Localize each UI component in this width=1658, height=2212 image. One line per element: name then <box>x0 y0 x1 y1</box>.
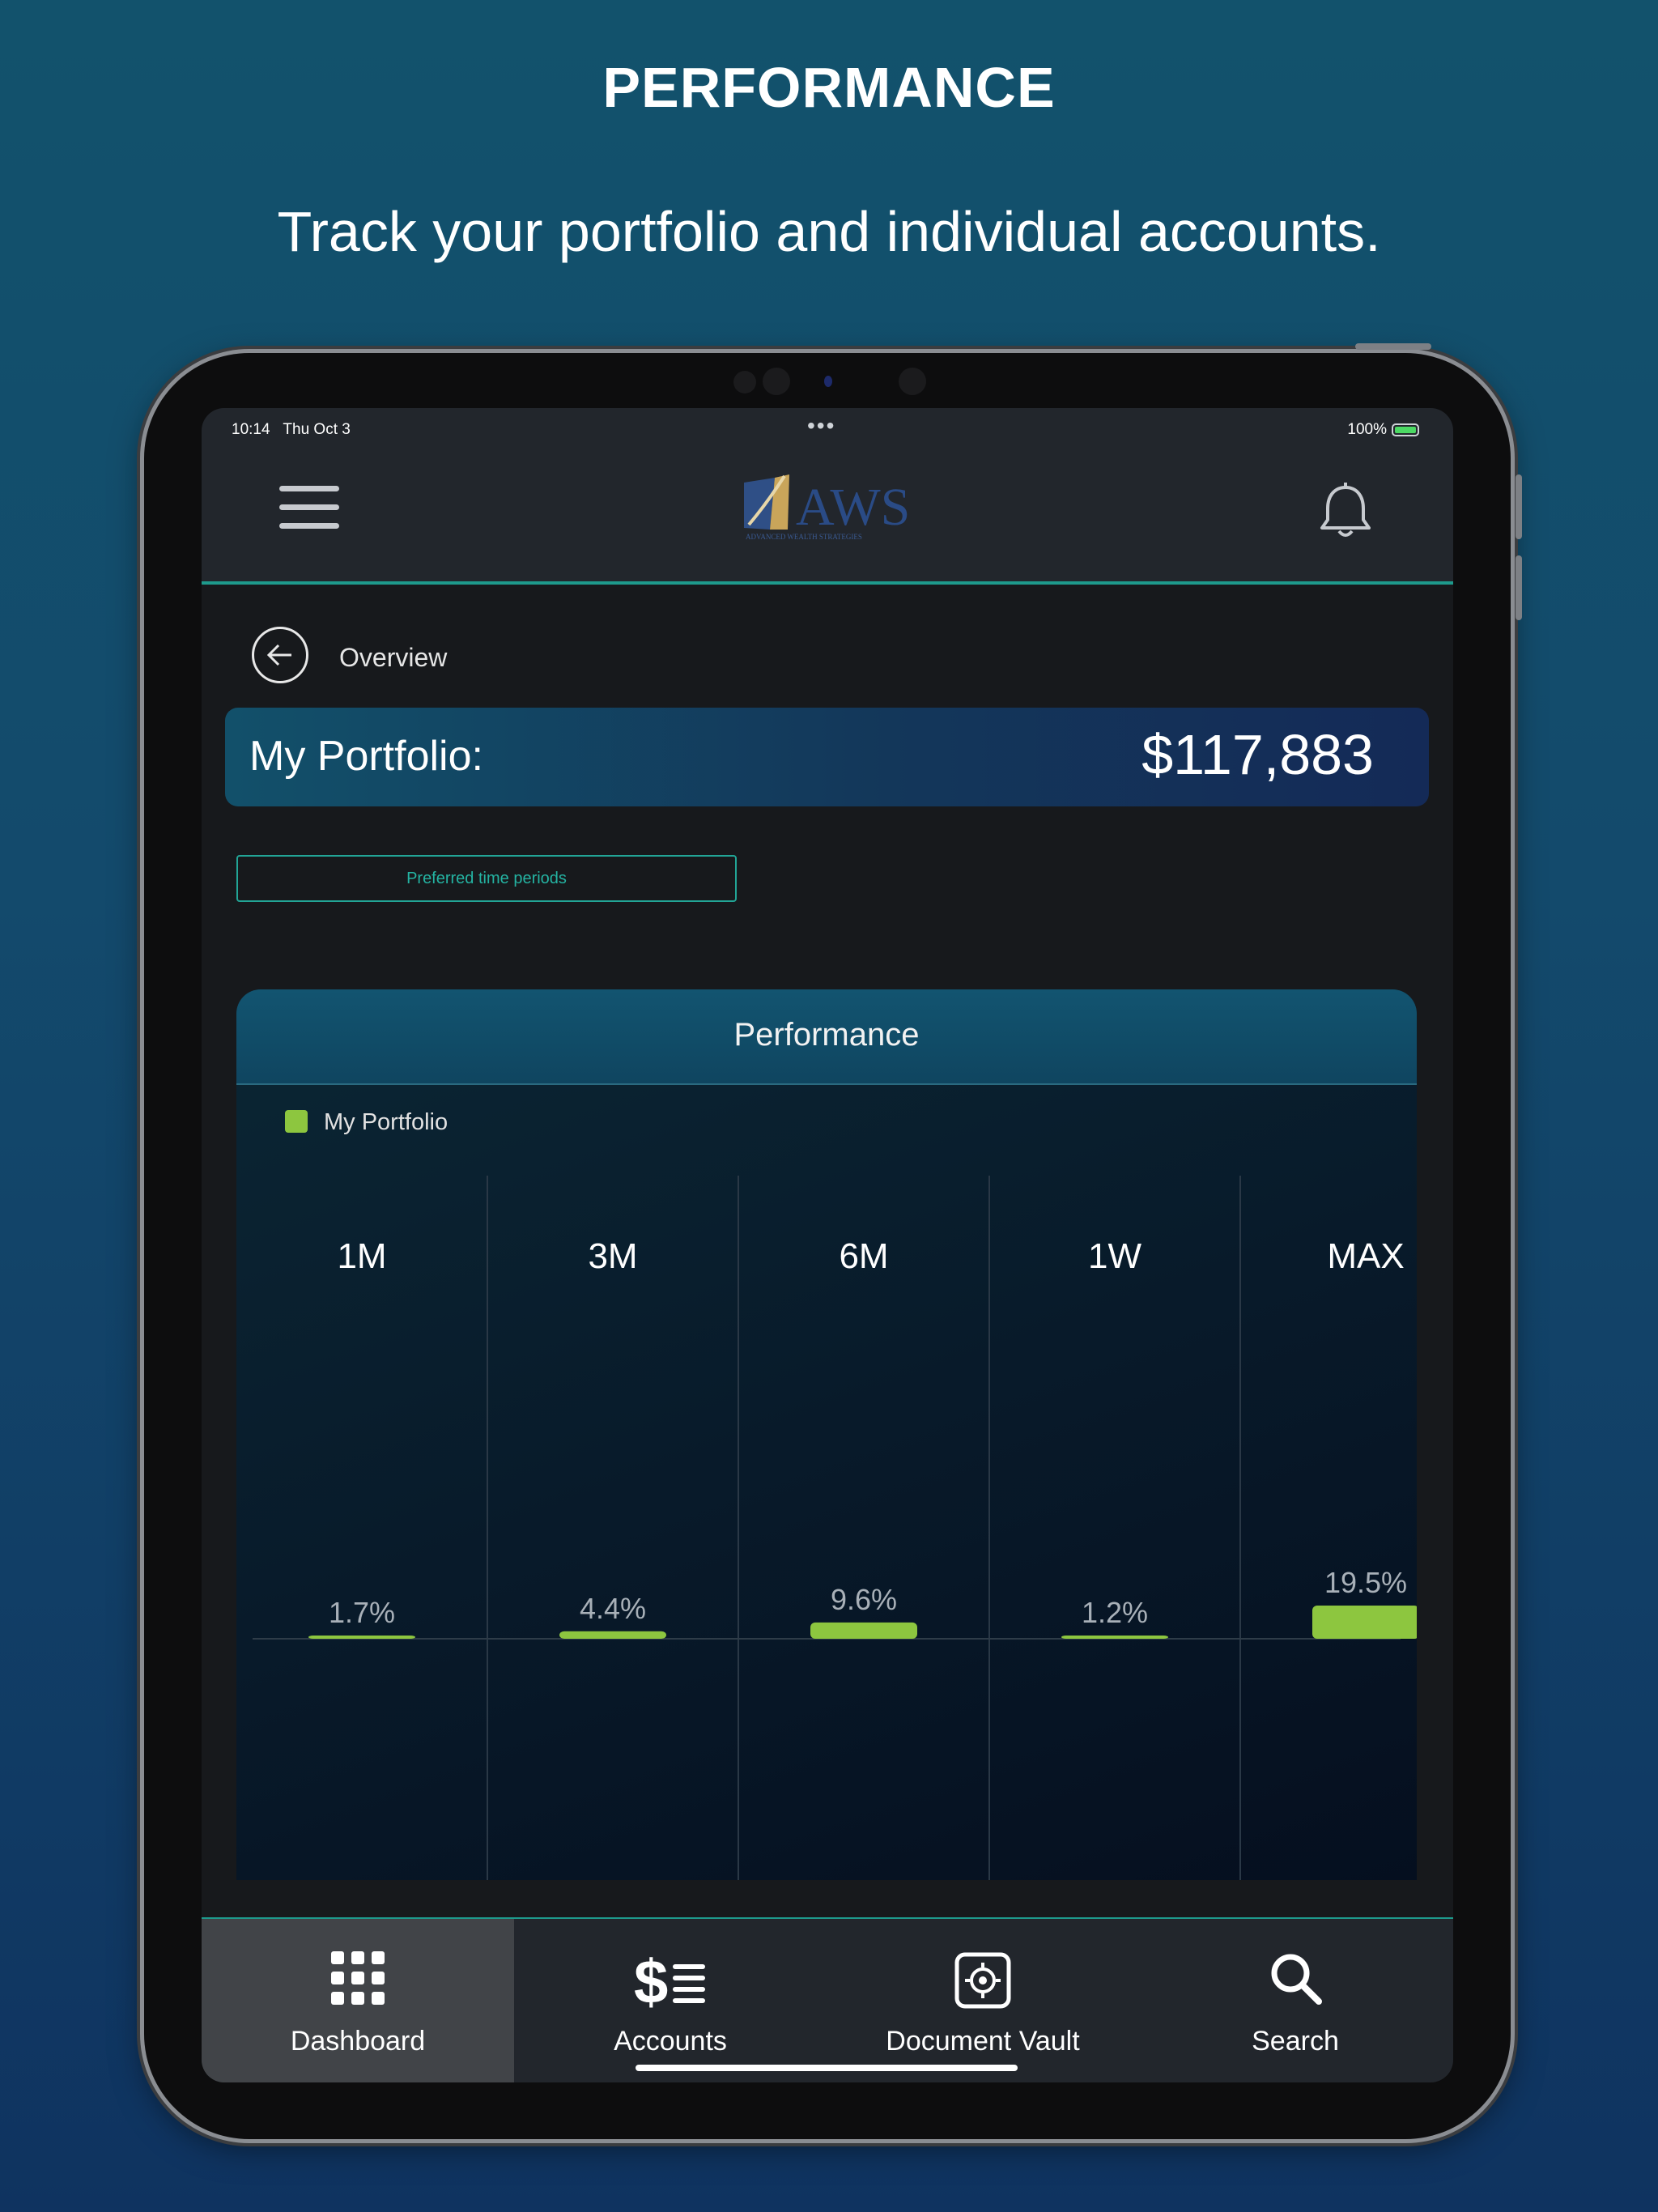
camera-sensor <box>824 376 832 387</box>
grid-icon <box>331 1951 385 2012</box>
tab-dashboard[interactable]: Dashboard <box>202 1919 514 2082</box>
tab-document-vault[interactable]: Document Vault <box>827 1919 1139 2082</box>
tablet-frame: 10:14 Thu Oct 3 ••• 100% AWS ADVANCED WE… <box>144 343 1522 2139</box>
tab-search[interactable]: Search <box>1139 1919 1452 2082</box>
status-clock: 10:14 <box>232 421 270 438</box>
promo-subhead: Track your portfolio and individual acco… <box>277 200 1381 263</box>
power-button <box>1355 343 1431 350</box>
tab-label: Document Vault <box>886 2026 1080 2057</box>
period-label: 6M <box>839 1236 888 1276</box>
performance-card: Performance My Portfolio 1M 1.7% 3M 4.4% 6M 9… <box>236 989 1417 1880</box>
portfolio-value: $117,883 <box>1141 723 1374 786</box>
camera-lens <box>763 368 790 395</box>
tab-label: Accounts <box>614 2026 727 2057</box>
preferred-time-periods-button[interactable]: Preferred time periods <box>236 855 737 902</box>
bar <box>559 1631 666 1639</box>
battery-percent: 100% <box>1347 421 1387 438</box>
vault-icon <box>954 1951 1012 2017</box>
data-label: 1.2% <box>1082 1596 1148 1629</box>
multitask-dots-icon[interactable]: ••• <box>807 413 835 439</box>
data-label: 1.7% <box>329 1596 395 1629</box>
app-header: AWS ADVANCED WEALTH STRATEGIES <box>202 447 1453 585</box>
volume-button <box>1516 474 1522 539</box>
data-label: 9.6% <box>831 1583 897 1616</box>
promo-headline: PERFORMANCE <box>602 56 1056 119</box>
battery-status: 100% <box>1347 421 1419 439</box>
volume-button <box>1516 555 1522 620</box>
period-label: 1M <box>337 1236 386 1276</box>
bar <box>1061 1636 1168 1639</box>
data-label: 4.4% <box>580 1592 646 1625</box>
svg-text:$: $ <box>634 1951 668 2010</box>
portfolio-label: My Portfolio: <box>249 733 483 780</box>
portfolio-summary: My Portfolio: $117,883 <box>225 708 1429 806</box>
logo-tagline: ADVANCED WEALTH STRATEGIES <box>746 533 862 541</box>
app-screen: 10:14 Thu Oct 3 ••• 100% AWS ADVANCED WE… <box>202 408 1453 2082</box>
status-time: 10:14 Thu Oct 3 <box>232 421 351 439</box>
dollar-list-icon: $ <box>634 1948 707 2017</box>
tab-accounts[interactable]: $ Accounts <box>514 1919 827 2082</box>
home-indicator[interactable] <box>636 2065 1018 2071</box>
back-label[interactable]: Overview <box>339 643 447 673</box>
logo-text: AWS <box>796 478 910 537</box>
aws-logo: AWS ADVANCED WEALTH STRATEGIES <box>742 471 917 544</box>
tab-label: Dashboard <box>290 2026 426 2057</box>
notification-bell-icon[interactable] <box>1319 483 1372 541</box>
tab-label: Search <box>1252 2026 1339 2057</box>
bar <box>810 1622 917 1639</box>
logo-mark-icon: AWS ADVANCED WEALTH STRATEGIES <box>744 474 910 541</box>
period-label: 1W <box>1088 1236 1141 1276</box>
battery-icon <box>1392 423 1419 436</box>
bottom-tab-bar: Dashboard $ Accounts Document Vault Sear… <box>202 1917 1453 2082</box>
camera-lens <box>899 368 926 395</box>
bar <box>308 1636 415 1639</box>
period-label: MAX <box>1327 1236 1404 1276</box>
arrow-left-icon <box>266 644 291 666</box>
menu-icon[interactable] <box>279 486 339 533</box>
bar <box>1312 1606 1417 1639</box>
camera-dot <box>733 371 756 393</box>
status-bar: 10:14 Thu Oct 3 ••• 100% <box>202 408 1453 447</box>
back-button[interactable] <box>252 627 308 683</box>
search-icon <box>1269 1951 1322 2012</box>
performance-chart: 1M 1.7% 3M 4.4% 6M 9.6% 1W 1.2% MAX 19.5% <box>253 1176 1417 1880</box>
period-label: 3M <box>588 1236 637 1276</box>
status-date: Thu Oct 3 <box>283 421 351 438</box>
data-label: 19.5% <box>1324 1566 1407 1599</box>
